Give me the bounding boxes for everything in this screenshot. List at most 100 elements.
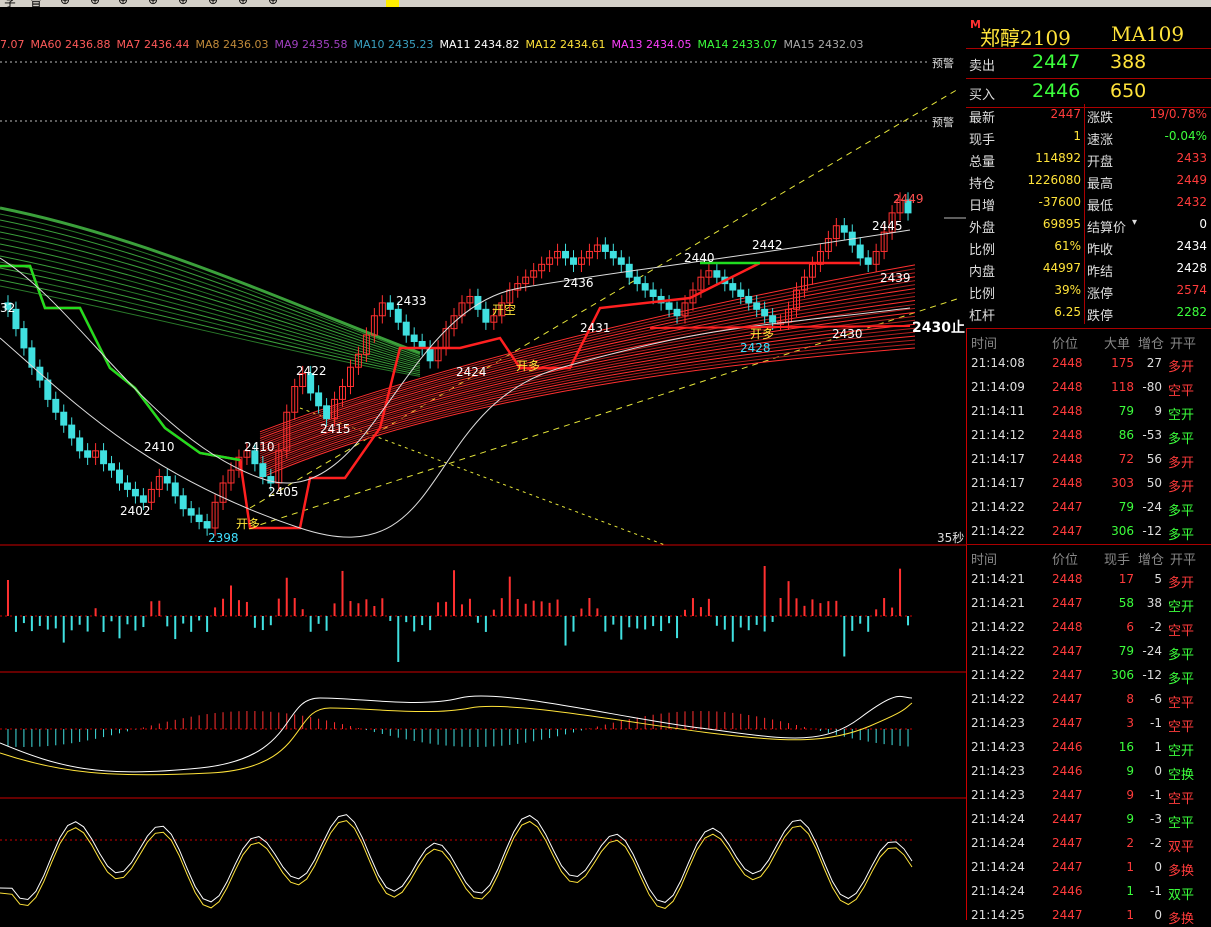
candle-body [402, 321, 410, 336]
tick-vol: 9 [1126, 764, 1134, 778]
candle-body [60, 411, 68, 426]
tick-row[interactable]: 21:14:23 2447 9 -1 空平 [966, 783, 1211, 807]
price-annotation: 2422 [296, 364, 327, 378]
toolbar-icon-4[interactable]: ⊕ [118, 0, 128, 7]
quote-label: 比例 [969, 243, 996, 258]
tick-price: 2446 [1052, 884, 1083, 898]
tick-type: 空开 [1168, 600, 1195, 615]
boll-line [0, 229, 911, 484]
tick-time: 21:14:23 [971, 764, 1025, 778]
tick-time: 21:14:09 [971, 380, 1025, 394]
trade-signal-label: 开多 [516, 359, 540, 373]
candle-body [52, 398, 60, 413]
tick-time: 21:14:22 [971, 644, 1025, 658]
ma-legend-item: MA10 2435.23 [353, 38, 434, 51]
toolbar-icon-3[interactable]: ⊕ [90, 0, 100, 7]
tick-row[interactable]: 21:14:12 2448 86 -53 多平 [966, 423, 1211, 447]
toolbar-icon-7[interactable]: ⊕ [208, 0, 218, 7]
candle-body [482, 308, 490, 323]
tick-header-cell: 现手 [1104, 553, 1131, 568]
tick-row[interactable]: 21:14:21 2448 17 5 多开 [966, 567, 1211, 591]
price-annotation: 2442 [752, 238, 783, 252]
tick-price: 2447 [1052, 836, 1083, 850]
candle-body [20, 328, 28, 349]
tick-row[interactable]: 21:14:24 2447 1 0 多换 [966, 855, 1211, 879]
tick-type: 空平 [1168, 384, 1195, 399]
tick-price: 2447 [1052, 860, 1083, 874]
quote-label: 杠杆 [969, 309, 996, 324]
tick-price: 2447 [1052, 596, 1083, 610]
ask-row[interactable]: 卖出 2447 388 [966, 49, 1211, 79]
tick-row[interactable]: 21:14:17 2448 72 56 多开 [966, 447, 1211, 471]
osc-line [0, 814, 913, 903]
tick-vol: 79 [1118, 500, 1134, 514]
toolbar-icon-5[interactable]: ⊕ [148, 0, 158, 7]
quote-row: 内盘 44997 昨结 2428 [966, 258, 1211, 280]
tick-vol: 16 [1118, 740, 1134, 754]
price-annotation: 2445 [872, 219, 903, 233]
tick-row[interactable]: 21:14:23 2446 16 1 空开 [966, 735, 1211, 759]
toolbar-icon-2[interactable]: ⊕ [60, 0, 70, 7]
trade-signal-label: 开多 [750, 327, 774, 341]
tick-row[interactable]: 21:14:24 2447 2 -2 双平 [966, 831, 1211, 855]
trend-line [299, 407, 666, 546]
tick-time: 21:14:22 [971, 692, 1025, 706]
tick-header-cell: 价位 [1052, 337, 1079, 352]
toolbar-color-swatch[interactable] [386, 0, 399, 7]
quote-stats-grid: 最新 2447 涨跌 19/0.78% 现手 1 速涨 -0.04% 总量 114892 开盘 243… [966, 104, 1211, 324]
tick-time: 21:14:24 [971, 812, 1025, 826]
tick-header-cell: 开平 [1170, 337, 1197, 352]
tick-price: 2448 [1052, 428, 1083, 442]
toolbar-icon-font[interactable]: 字 [4, 0, 16, 7]
tick-row[interactable]: 21:14:09 2448 118 -80 空平 [966, 375, 1211, 399]
price-annotation: 2415 [320, 422, 351, 436]
tick-vol: 58 [1118, 596, 1134, 610]
candle-body [617, 257, 625, 265]
tick-time: 21:14:23 [971, 788, 1025, 802]
kline-chart-svg: 预警预警24492445244224402439243624332431 2430… [0, 56, 966, 909]
settle-dropdown-icon[interactable]: ▾ [1132, 217, 1137, 228]
tick-row[interactable]: 21:14:21 2447 58 38 空开 [966, 591, 1211, 615]
quote-value: 114892 [1035, 151, 1081, 165]
toolbar-icon-9[interactable]: ⊕ [268, 0, 278, 7]
tick-row[interactable]: 21:14:22 2447 306 -12 多平 [966, 519, 1211, 543]
kline-chart-area[interactable]: 预警 预警 2449 2445 2442 2440 2439 2436 2433 2431 2430… [0, 8, 966, 920]
ma-green-line [0, 267, 421, 372]
ma-green-line [0, 237, 421, 363]
quote-value: 2434 [1176, 239, 1207, 253]
quote-label: 日增 [969, 199, 996, 214]
tick-type: 双平 [1168, 888, 1195, 903]
bid-label: 买入 [969, 88, 996, 103]
quote-label: 昨结 [1087, 265, 1114, 280]
tick-row[interactable]: 21:14:22 2448 6 -2 空平 [966, 615, 1211, 639]
toolbar-icon-6[interactable]: ⊕ [178, 0, 188, 7]
tick-row[interactable]: 21:14:24 2447 9 -3 空平 [966, 807, 1211, 831]
tick-row[interactable]: 21:14:24 2446 1 -1 双平 [966, 879, 1211, 903]
toolbar-icon-8[interactable]: ⊕ [238, 0, 248, 7]
quote-row: 比例 39% 涨停 2574 [966, 280, 1211, 302]
quote-value: 2574 [1176, 283, 1207, 297]
quote-label: 总量 [969, 155, 996, 170]
quote-value: 2447 [1050, 107, 1081, 121]
tick-row[interactable]: 21:14:17 2448 303 50 多开 [966, 471, 1211, 495]
tick-vol: 8 [1126, 692, 1134, 706]
tick-row[interactable]: 21:14:23 2446 9 0 空换 [966, 759, 1211, 783]
tick-type: 多开 [1168, 576, 1195, 591]
tick-chg: -53 [1142, 428, 1162, 442]
alert-label: 预警 [932, 56, 954, 70]
tick-price: 2446 [1052, 740, 1083, 754]
tick-price: 2447 [1052, 500, 1083, 514]
tick-row[interactable]: 21:14:22 2447 79 -24 多平 [966, 495, 1211, 519]
tick-row[interactable]: 21:14:25 2447 1 0 多换 [966, 903, 1211, 927]
candle-body [641, 283, 649, 291]
tick-row[interactable]: 21:14:22 2447 306 -12 多平 [966, 663, 1211, 687]
tick-vol: 9 [1126, 788, 1134, 802]
tick-row[interactable]: 21:14:22 2447 8 -6 空平 [966, 687, 1211, 711]
toolbar-icon-1[interactable]: 冒 [30, 0, 42, 7]
contract-name: 郑醇2109 [980, 26, 1071, 50]
tick-price: 2447 [1052, 668, 1083, 682]
tick-row[interactable]: 21:14:23 2447 3 -1 空平 [966, 711, 1211, 735]
tick-row[interactable]: 21:14:08 2448 175 27 多开 [966, 351, 1211, 375]
tick-row[interactable]: 21:14:11 2448 79 9 空开 [966, 399, 1211, 423]
tick-row[interactable]: 21:14:22 2447 79 -24 多平 [966, 639, 1211, 663]
